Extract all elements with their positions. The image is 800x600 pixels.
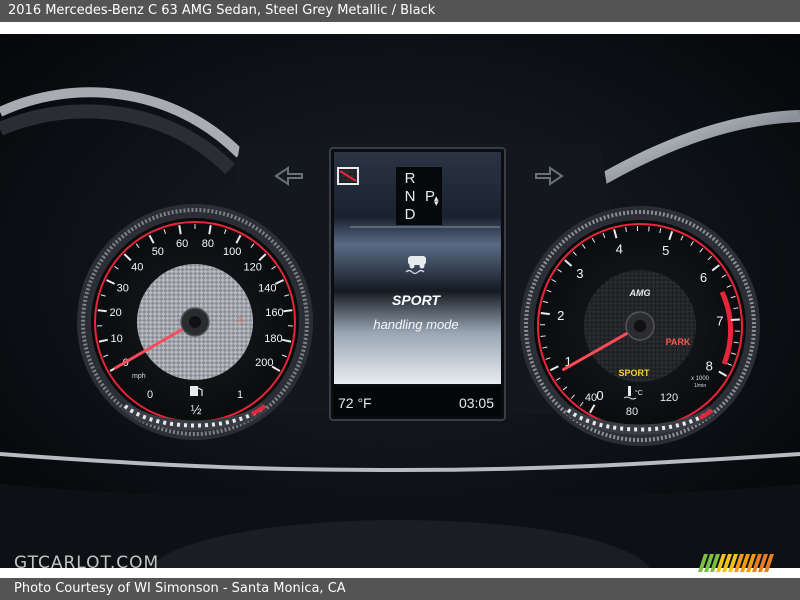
speedometer: 010203040506080100120140160180200 mph 0 … <box>77 204 313 440</box>
speedometer-pivot-center <box>189 316 201 328</box>
tick-label: 0 <box>596 388 603 403</box>
tick-label: 100 <box>223 246 241 258</box>
tick-label: 10 <box>110 333 122 345</box>
tick-label: 3 <box>576 266 583 281</box>
tick-label: 4 <box>616 241 623 256</box>
tick-label: 2 <box>557 308 564 323</box>
dashboard-photo: 010203040506080100120140160180200 mph 0 … <box>0 34 800 568</box>
fuel-gauge-empty-label: 0 <box>147 389 153 401</box>
minor-tick <box>540 335 546 337</box>
tick-label: 120 <box>244 261 262 273</box>
major-tick <box>730 318 740 322</box>
coolant-high-label: 120 <box>660 392 678 404</box>
caption-title: 2016 Mercedes-Benz C 63 AMG Sedan, Steel… <box>8 3 436 18</box>
sport-indicator: SPORT <box>618 368 650 378</box>
caption-bar-top: 2016 Mercedes-Benz C 63 AMG Sedan, Steel… <box>0 0 800 22</box>
photo-credit: Photo Courtesy of WI Simonson - Santa Mo… <box>14 581 346 596</box>
tick-label: 5 <box>662 243 669 258</box>
outside-temperature: 72 °F <box>338 395 372 411</box>
tick-label: 20 <box>109 307 121 319</box>
major-tick <box>283 309 293 313</box>
tick-label: 6 <box>700 270 707 285</box>
tachometer: 01234 5678 AMG PARK SPORT x 1000 1/min 40… <box>520 206 760 446</box>
major-tick <box>208 225 212 235</box>
tick-label: 80 <box>202 238 214 250</box>
coolant-low-label: 40 <box>585 392 597 404</box>
race-flag-icon <box>337 167 359 185</box>
minor-tick <box>625 226 627 233</box>
tick-label: 50 <box>152 246 164 258</box>
clock: 03:05 <box>459 395 494 411</box>
gear-n: N <box>405 188 416 205</box>
tachometer-pivot-center <box>634 320 646 332</box>
drive-mode-subtitle: handling mode <box>373 317 458 332</box>
gear-d: D <box>405 206 416 223</box>
center-display: R N D P ▴ ▾ SPORT handling mode 72 °F 03… <box>329 147 506 421</box>
park-indicator: PARK <box>666 337 691 347</box>
tick-label: 200 <box>255 357 273 369</box>
tick-label: 160 <box>265 307 283 319</box>
coolant-mid-label: 80 <box>626 406 638 418</box>
tachometer-unit-line1: x 1000 <box>691 376 710 382</box>
tick-label: 180 <box>264 333 282 345</box>
speedometer-unit: mph <box>132 373 146 380</box>
major-tick <box>178 225 182 235</box>
warning-indicator-icon: ⚠ <box>236 314 244 324</box>
major-tick <box>540 311 550 316</box>
gear-r: R <box>405 170 416 187</box>
fuel-gauge-half-label: ½ <box>191 402 202 417</box>
tick-label: 140 <box>258 283 276 295</box>
drive-mode-title: SPORT <box>392 292 441 308</box>
tick-label: 30 <box>117 283 129 295</box>
tick-label: 60 <box>176 238 188 250</box>
major-tick <box>97 309 107 313</box>
caption-bar-bottom: Photo Courtesy of WI Simonson - Santa Mo… <box>0 578 800 600</box>
watermark-logo: GTCARLOT.COM <box>14 553 160 573</box>
fuel-gauge-full-label: 1 <box>237 389 243 401</box>
stripes-logo-icon <box>698 554 774 572</box>
coolant-unit: °C <box>635 389 643 397</box>
tick-label: 8 <box>706 359 713 374</box>
gear-down-icon: ▾ <box>434 198 439 208</box>
tick-label: 7 <box>716 313 723 328</box>
tick-label: 40 <box>131 261 143 273</box>
instrument-cluster: 010203040506080100120140160180200 mph 0 … <box>0 34 800 568</box>
tachometer-unit-line2: 1/min <box>694 383 706 389</box>
amg-logo: AMG <box>629 288 651 298</box>
